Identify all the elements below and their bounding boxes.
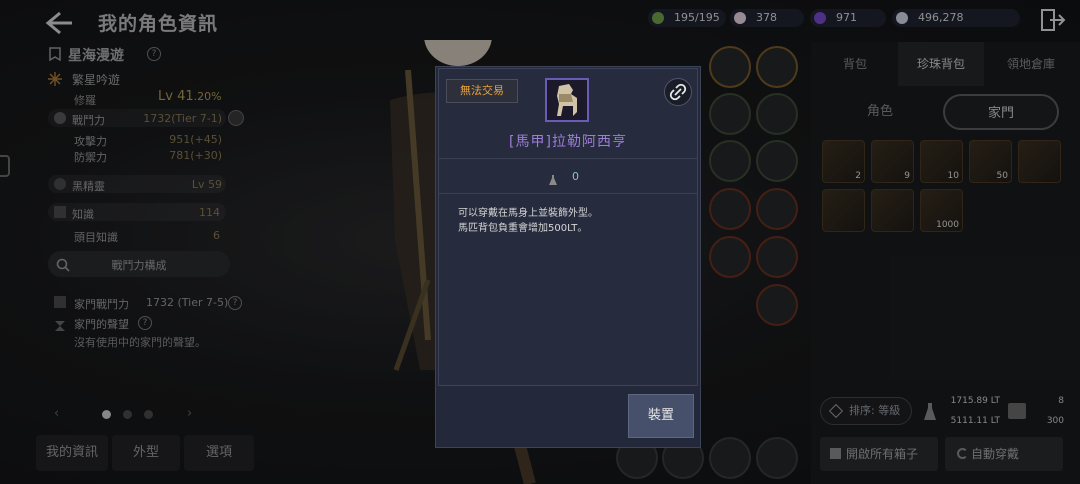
item-weight-value: 0: [572, 170, 579, 183]
link-icon: [669, 83, 687, 101]
horse-armor-icon: [545, 78, 589, 122]
weight-row: [439, 158, 697, 194]
item-description: 可以穿戴在馬身上並裝飾外型。 馬匹背包負重會增加500LT。: [458, 208, 598, 234]
item-weight-icon: [548, 171, 558, 185]
item-name: [馬甲]拉勒阿西亨: [509, 134, 627, 150]
equip-button[interactable]: 裝置: [628, 394, 694, 438]
link-button[interactable]: [664, 78, 692, 106]
untradable-badge: 無法交易: [446, 79, 518, 103]
